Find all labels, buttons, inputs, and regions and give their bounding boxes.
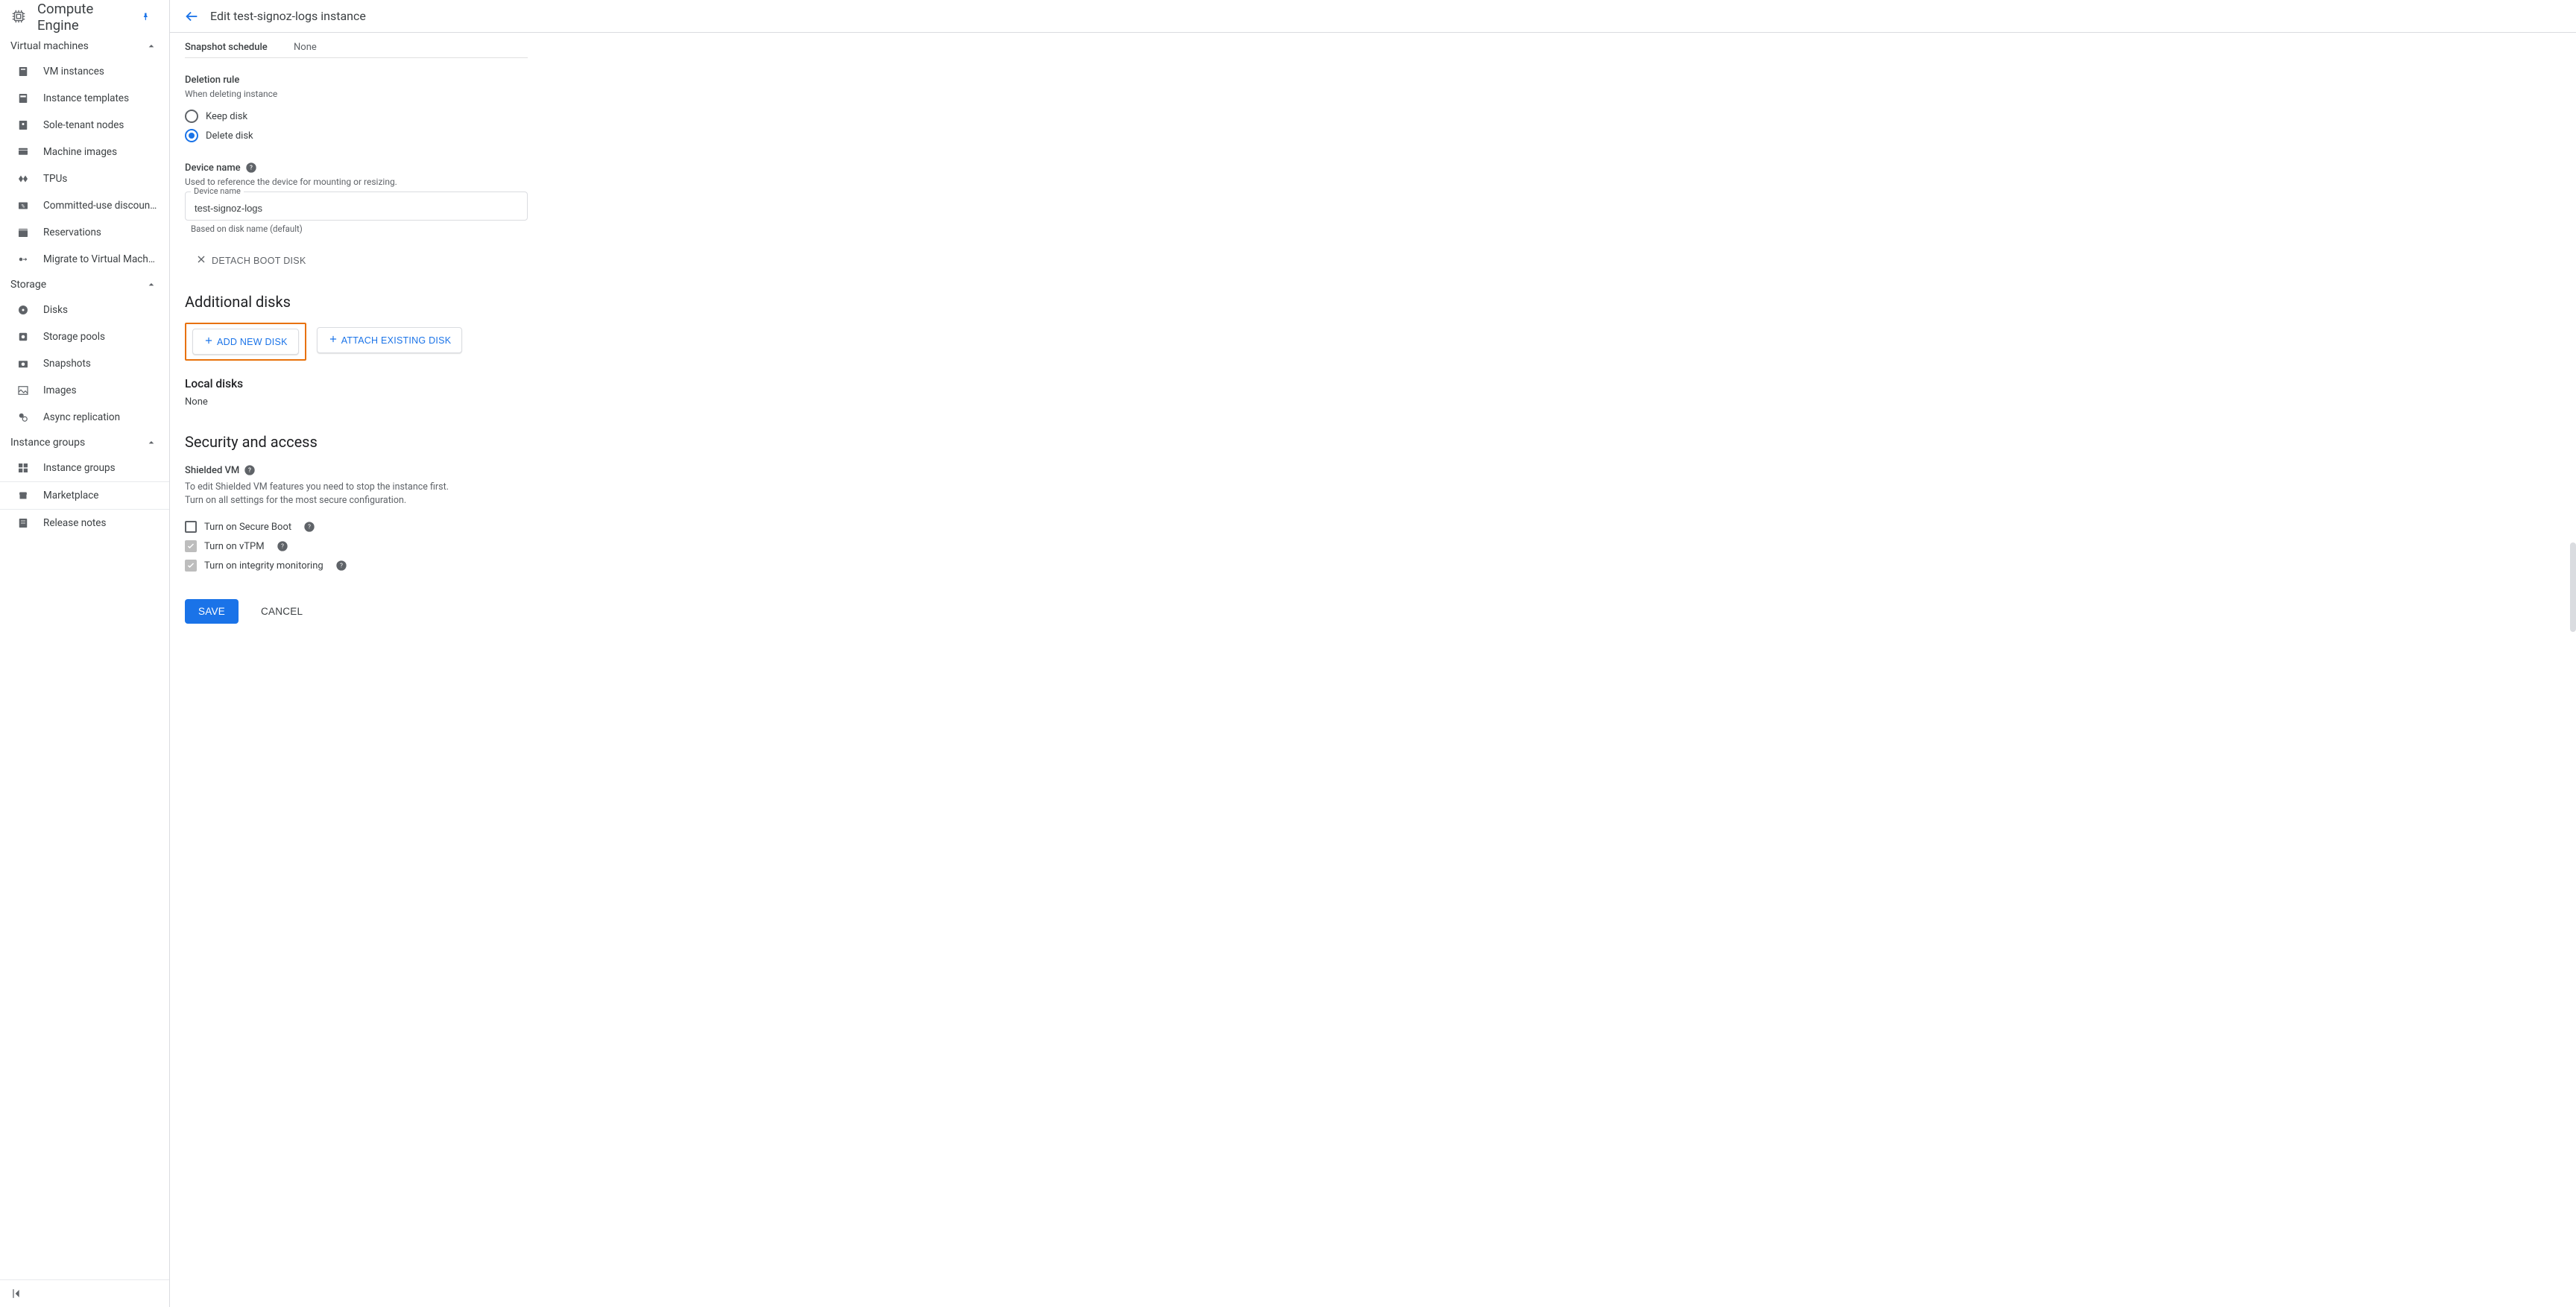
- svg-text:?: ?: [248, 467, 251, 474]
- checkbox-secure-boot[interactable]: Turn on Secure Boot ?: [185, 517, 707, 537]
- plus-icon: [328, 334, 338, 346]
- sidebar-item-release-notes[interactable]: Release notes: [0, 510, 169, 537]
- pool-icon: [16, 330, 30, 344]
- shielded-desc: To edit Shielded VM features you need to…: [185, 481, 595, 507]
- svg-text:%: %: [22, 203, 25, 209]
- section-storage[interactable]: Storage: [0, 273, 169, 297]
- help-icon[interactable]: ?: [335, 560, 347, 572]
- snapshot-schedule-row: Snapshot schedule None: [185, 37, 528, 58]
- top-bar: Edit test-signoz-logs instance: [170, 0, 2576, 33]
- security-access-heading: Security and access: [185, 433, 707, 451]
- sidebar-header: Compute Engine: [0, 0, 169, 34]
- sidebar-item-disks[interactable]: Disks: [0, 297, 169, 323]
- add-disk-highlight: ADD NEW DISK: [185, 323, 306, 361]
- additional-disks-heading: Additional disks: [185, 293, 707, 311]
- sidebar-item-machine-images[interactable]: Machine images: [0, 139, 169, 165]
- chevron-up-icon: [145, 40, 157, 52]
- local-disks-value: None: [185, 396, 707, 408]
- sidebar-item-instance-groups[interactable]: Instance groups: [0, 455, 169, 481]
- help-icon[interactable]: ?: [245, 162, 257, 174]
- sidebar-collapse-button[interactable]: [0, 1279, 169, 1307]
- section-instance-groups[interactable]: Instance groups: [0, 431, 169, 455]
- tenant-icon: [16, 118, 30, 132]
- snapshot-value: None: [294, 42, 317, 53]
- chevron-up-icon: [145, 279, 157, 291]
- sidebar-item-vm-instances[interactable]: VM instances: [0, 58, 169, 85]
- marketplace-icon: [16, 489, 30, 502]
- template-icon: [16, 92, 30, 105]
- sidebar-item-async-replication[interactable]: Async replication: [0, 404, 169, 431]
- sidebar-item-images[interactable]: Images: [0, 377, 169, 404]
- sidebar-nav[interactable]: Virtual machines VM instances Instance t…: [0, 34, 169, 1279]
- machine-image-icon: [16, 145, 30, 159]
- sidebar: Compute Engine Virtual machines VM insta…: [0, 0, 170, 1307]
- section-label: Instance groups: [10, 437, 85, 449]
- section-virtual-machines[interactable]: Virtual machines: [0, 34, 169, 58]
- checkbox-integrity[interactable]: Turn on integrity monitoring ?: [185, 556, 707, 575]
- local-disks-heading: Local disks: [185, 377, 707, 390]
- main-area: Edit test-signoz-logs instance Snapshot …: [170, 0, 2576, 1307]
- sidebar-item-instance-templates[interactable]: Instance templates: [0, 85, 169, 112]
- snapshot-label: Snapshot schedule: [185, 42, 294, 53]
- sidebar-item-sole-tenant[interactable]: Sole-tenant nodes: [0, 112, 169, 139]
- group-icon: [16, 461, 30, 475]
- help-icon[interactable]: ?: [303, 521, 315, 533]
- migrate-icon: [16, 253, 30, 266]
- save-button[interactable]: SAVE: [185, 599, 239, 624]
- add-new-disk-button[interactable]: ADD NEW DISK: [192, 329, 299, 355]
- radio-keep-disk[interactable]: Keep disk: [185, 107, 707, 126]
- input-floating-label: Device name: [191, 186, 244, 196]
- image-icon: [16, 384, 30, 397]
- radio-delete-disk[interactable]: Delete disk: [185, 126, 707, 145]
- pin-icon[interactable]: [140, 11, 151, 23]
- vm-icon: [16, 65, 30, 78]
- snapshot-icon: [16, 357, 30, 370]
- sidebar-item-storage-pools[interactable]: Storage pools: [0, 323, 169, 350]
- cancel-button[interactable]: CANCEL: [253, 599, 310, 624]
- radio-label: Keep disk: [206, 111, 247, 122]
- content-scroll[interactable]: Snapshot schedule None Deletion rule Whe…: [170, 33, 2576, 1307]
- chevron-left-icon: [10, 1286, 25, 1301]
- plus-icon: [203, 335, 214, 348]
- calendar-icon: [16, 226, 30, 239]
- sidebar-item-committed-discounts[interactable]: %Committed-use discounts: [0, 192, 169, 219]
- help-icon[interactable]: ?: [277, 540, 288, 552]
- radio-label: Delete disk: [206, 130, 253, 142]
- sidebar-item-tpus[interactable]: TPUs: [0, 165, 169, 192]
- scrollbar-indicator[interactable]: [2570, 542, 2576, 632]
- notes-icon: [16, 516, 30, 530]
- attach-existing-disk-button[interactable]: ATTACH EXISTING DISK: [317, 327, 463, 353]
- disk-icon: [16, 303, 30, 317]
- section-label: Storage: [10, 279, 46, 291]
- svg-text:?: ?: [340, 563, 343, 569]
- svg-text:?: ?: [250, 165, 253, 171]
- sidebar-item-marketplace[interactable]: Marketplace: [0, 482, 169, 509]
- device-name-heading: Device name ?: [185, 162, 707, 174]
- section-label: Virtual machines: [10, 40, 89, 52]
- discount-icon: %: [16, 199, 30, 212]
- device-name-sub: Used to reference the device for mountin…: [185, 177, 707, 187]
- sidebar-item-snapshots[interactable]: Snapshots: [0, 350, 169, 377]
- shielded-vm-heading: Shielded VM ?: [185, 464, 707, 476]
- product-title: Compute Engine: [37, 1, 130, 34]
- close-icon: [195, 253, 207, 268]
- deletion-rule-heading: Deletion rule: [185, 75, 707, 86]
- deletion-rule-sub: When deleting instance: [185, 89, 707, 99]
- detach-boot-disk-button[interactable]: DETACH BOOT DISK: [188, 247, 314, 273]
- device-name-helper: Based on disk name (default): [185, 224, 707, 234]
- sidebar-item-migrate[interactable]: Migrate to Virtual Machin…: [0, 246, 169, 273]
- help-icon[interactable]: ?: [244, 464, 256, 476]
- back-button[interactable]: [183, 8, 200, 25]
- svg-text:?: ?: [281, 543, 284, 550]
- checkbox-vtpm[interactable]: Turn on vTPM ?: [185, 537, 707, 556]
- compute-engine-icon: [10, 8, 27, 26]
- action-bar: SAVE CANCEL: [185, 590, 707, 639]
- chevron-up-icon: [145, 437, 157, 449]
- replication-icon: [16, 411, 30, 424]
- tpu-icon: [16, 172, 30, 186]
- page-title: Edit test-signoz-logs instance: [210, 9, 366, 23]
- svg-text:?: ?: [308, 524, 311, 531]
- sidebar-item-reservations[interactable]: Reservations: [0, 219, 169, 246]
